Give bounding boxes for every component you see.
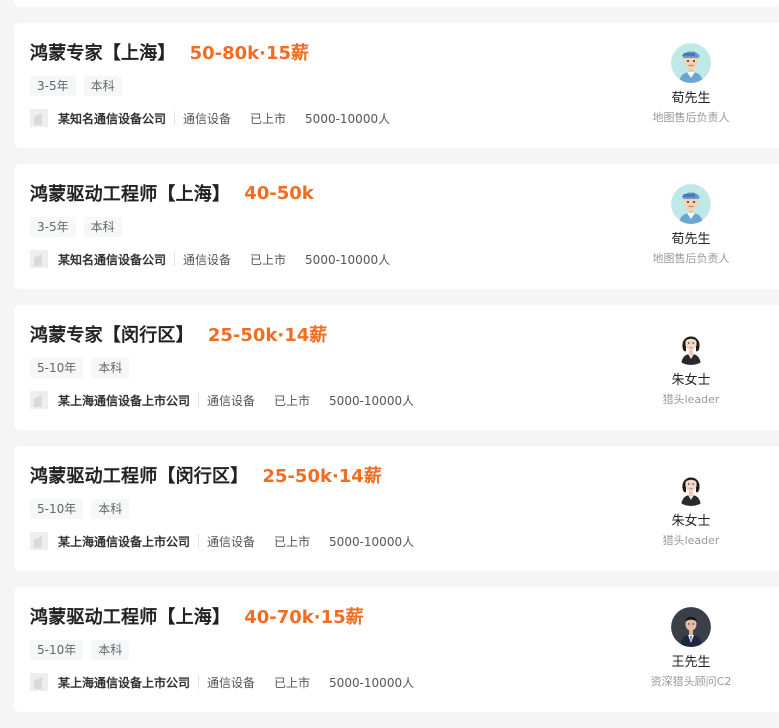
company-industry: 通信设备: [207, 534, 256, 549]
company-name[interactable]: 某上海通信设备上市公司: [58, 392, 190, 409]
recruiter-name: 朱女士: [671, 373, 711, 388]
experience-tag: 5-10年: [30, 499, 84, 519]
job-card[interactable]: 鸿蒙专家【上海】 50-80k·15薪 3-5年 本科 某知名通信设备公司 通信…: [14, 23, 779, 148]
education-tag: 本科: [83, 217, 122, 237]
job-title[interactable]: 鸿蒙驱动工程师【上海】: [30, 180, 230, 206]
divider: [198, 534, 200, 548]
company-name[interactable]: 某知名通信设备公司: [58, 110, 166, 127]
job-tags: 5-10年 本科: [30, 499, 137, 519]
company-name[interactable]: 某上海通信设备上市公司: [58, 533, 190, 550]
divider: [198, 675, 200, 689]
company-stage: 已上市: [250, 111, 287, 126]
education-tag: 本科: [91, 640, 130, 660]
company-logo-icon: [30, 109, 48, 127]
job-title[interactable]: 鸿蒙专家【上海】: [30, 39, 176, 65]
education-tag: 本科: [83, 76, 122, 96]
job-list: 鸿蒙专家【上海】 50-80k·15薪 3-5年 本科 某知名通信设备公司 通信…: [14, 23, 779, 728]
job-tags: 3-5年 本科: [30, 76, 130, 96]
job-title-row: 鸿蒙驱动工程师【上海】 40-70k·15薪: [30, 601, 364, 631]
recruiter-info[interactable]: 王先生 资深猎头顾问C2: [634, 607, 748, 689]
company-name[interactable]: 某上海通信设备上市公司: [58, 674, 190, 691]
company-industry: 通信设备: [183, 111, 232, 126]
recruiter-role: 猎头leader: [662, 393, 720, 406]
job-salary: 25-50k·14薪: [262, 466, 382, 487]
recruiter-name: 荀先生: [671, 232, 711, 247]
company-size: 5000-10000人: [305, 252, 391, 267]
job-tags: 3-5年 本科: [30, 217, 130, 237]
company-industry: 通信设备: [183, 252, 232, 267]
company-stage: 已上市: [274, 675, 311, 690]
experience-tag: 3-5年: [30, 76, 76, 96]
cartoon-man-avatar: [671, 184, 711, 224]
job-title-row: 鸿蒙专家【闵行区】 25-50k·14薪: [30, 319, 327, 349]
recruiter-role: 资深猎头顾问C2: [650, 675, 732, 688]
company-stage: 已上市: [274, 393, 311, 408]
job-title-row: 鸿蒙驱动工程师【上海】 40-50k: [30, 178, 314, 208]
company-info: 某上海通信设备上市公司 通信设备 已上市 5000-10000人: [30, 673, 433, 691]
company-size: 5000-10000人: [329, 534, 415, 549]
job-title-row: 鸿蒙专家【上海】 50-80k·15薪: [30, 37, 309, 67]
recruiter-info[interactable]: 荀先生 地图售后负责人: [634, 184, 748, 266]
recruiter-name: 朱女士: [671, 514, 711, 529]
divider: [174, 111, 176, 125]
job-card[interactable]: 鸿蒙驱动工程师【闵行区】 25-50k·14薪 5-10年 本科 某上海通信设备…: [14, 446, 779, 571]
company-logo-icon: [30, 532, 48, 550]
company-info: 某知名通信设备公司 通信设备 已上市 5000-10000人: [30, 250, 409, 268]
divider: [198, 393, 200, 407]
previous-card-edge: [14, 0, 779, 7]
job-tags: 5-10年 本科: [30, 640, 137, 660]
job-title[interactable]: 鸿蒙驱动工程师【闵行区】: [30, 462, 248, 488]
company-stage: 已上市: [274, 534, 311, 549]
job-card[interactable]: 鸿蒙驱动工程师【上海】 40-70k·15薪 5-10年 本科 某上海通信设备上…: [14, 587, 779, 712]
company-size: 5000-10000人: [305, 111, 391, 126]
cartoon-man-avatar: [671, 43, 711, 83]
company-info: 某上海通信设备上市公司 通信设备 已上市 5000-10000人: [30, 532, 433, 550]
job-title[interactable]: 鸿蒙专家【闵行区】: [30, 321, 194, 347]
recruiter-role: 地图售后负责人: [652, 111, 730, 124]
recruiter-info[interactable]: 朱女士 猎头leader: [634, 466, 748, 548]
company-logo-icon: [30, 673, 48, 691]
company-name[interactable]: 某知名通信设备公司: [58, 251, 166, 268]
education-tag: 本科: [91, 358, 130, 378]
experience-tag: 5-10年: [30, 358, 84, 378]
job-card[interactable]: 鸿蒙专家【闵行区】 25-50k·14薪 5-10年 本科 某上海通信设备上市公…: [14, 305, 779, 430]
man-suit-photo-avatar: [671, 607, 711, 647]
company-logo-icon: [30, 250, 48, 268]
job-title-row: 鸿蒙驱动工程师【闵行区】 25-50k·14薪: [30, 460, 382, 490]
experience-tag: 3-5年: [30, 217, 76, 237]
recruiter-name: 荀先生: [671, 91, 711, 106]
job-salary: 25-50k·14薪: [207, 325, 328, 346]
recruiter-info[interactable]: 朱女士 猎头leader: [634, 325, 748, 407]
company-info: 某知名通信设备公司 通信设备 已上市 5000-10000人: [30, 109, 409, 127]
company-size: 5000-10000人: [329, 675, 415, 690]
company-industry: 通信设备: [207, 675, 256, 690]
job-salary: 40-70k·15薪: [244, 607, 364, 628]
company-info: 某上海通信设备上市公司 通信设备 已上市 5000-10000人: [30, 391, 433, 409]
recruiter-info[interactable]: 荀先生 地图售后负责人: [634, 43, 748, 125]
company-stage: 已上市: [250, 252, 287, 267]
recruiter-role: 猎头leader: [662, 534, 720, 547]
education-tag: 本科: [91, 499, 130, 519]
recruiter-role: 地图售后负责人: [652, 252, 730, 265]
woman-photo-avatar: [671, 466, 711, 506]
job-tags: 5-10年 本科: [30, 358, 137, 378]
job-salary: 50-80k·15薪: [189, 43, 310, 64]
job-card[interactable]: 鸿蒙驱动工程师【上海】 40-50k 3-5年 本科 某知名通信设备公司 通信设…: [14, 164, 779, 289]
company-size: 5000-10000人: [329, 393, 415, 408]
recruiter-name: 王先生: [671, 655, 711, 670]
job-salary: 40-50k: [244, 182, 314, 204]
woman-photo-avatar: [671, 325, 711, 365]
company-logo-icon: [30, 391, 48, 409]
job-title[interactable]: 鸿蒙驱动工程师【上海】: [30, 603, 230, 629]
divider: [174, 252, 176, 266]
experience-tag: 5-10年: [30, 640, 84, 660]
company-industry: 通信设备: [207, 393, 256, 408]
